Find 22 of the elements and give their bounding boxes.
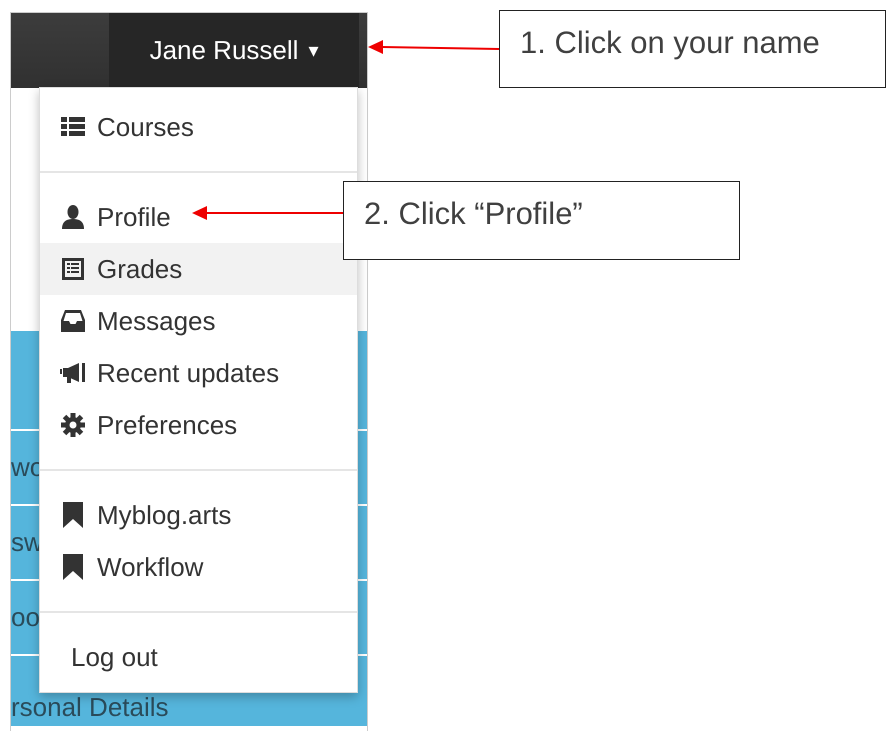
menu-item[interactable]: Messages — [40, 295, 220, 347]
menu-item[interactable]: Log out — [40, 631, 162, 683]
bookmark-icon — [63, 554, 83, 580]
list-icon — [61, 117, 85, 137]
menu-item[interactable]: Workflow — [40, 541, 208, 593]
list-item-label: oo — [11, 602, 40, 633]
gear-icon — [61, 413, 85, 437]
table-icon — [62, 258, 84, 280]
menu-item[interactable]: Courses — [40, 101, 198, 153]
user-icon — [61, 205, 85, 229]
inbox-icon — [61, 310, 85, 332]
menu-item[interactable]: Profile — [40, 191, 175, 243]
menu-item[interactable]: Grades — [40, 243, 186, 295]
menu-item[interactable]: Preferences — [40, 399, 242, 451]
bookmark-icon — [63, 502, 83, 528]
megaphone-icon — [60, 362, 86, 384]
user-menu-button[interactable]: Jane Russell ▾ — [109, 13, 359, 88]
callout-box: 2. Click “Profile” — [343, 181, 740, 260]
list-item-label: rsonal Details — [11, 692, 169, 722]
callout-box: 1. Click on your name — [499, 10, 886, 88]
menu-item[interactable]: Myblog.arts — [40, 489, 236, 541]
menu-item[interactable]: Recent updates — [40, 347, 284, 399]
